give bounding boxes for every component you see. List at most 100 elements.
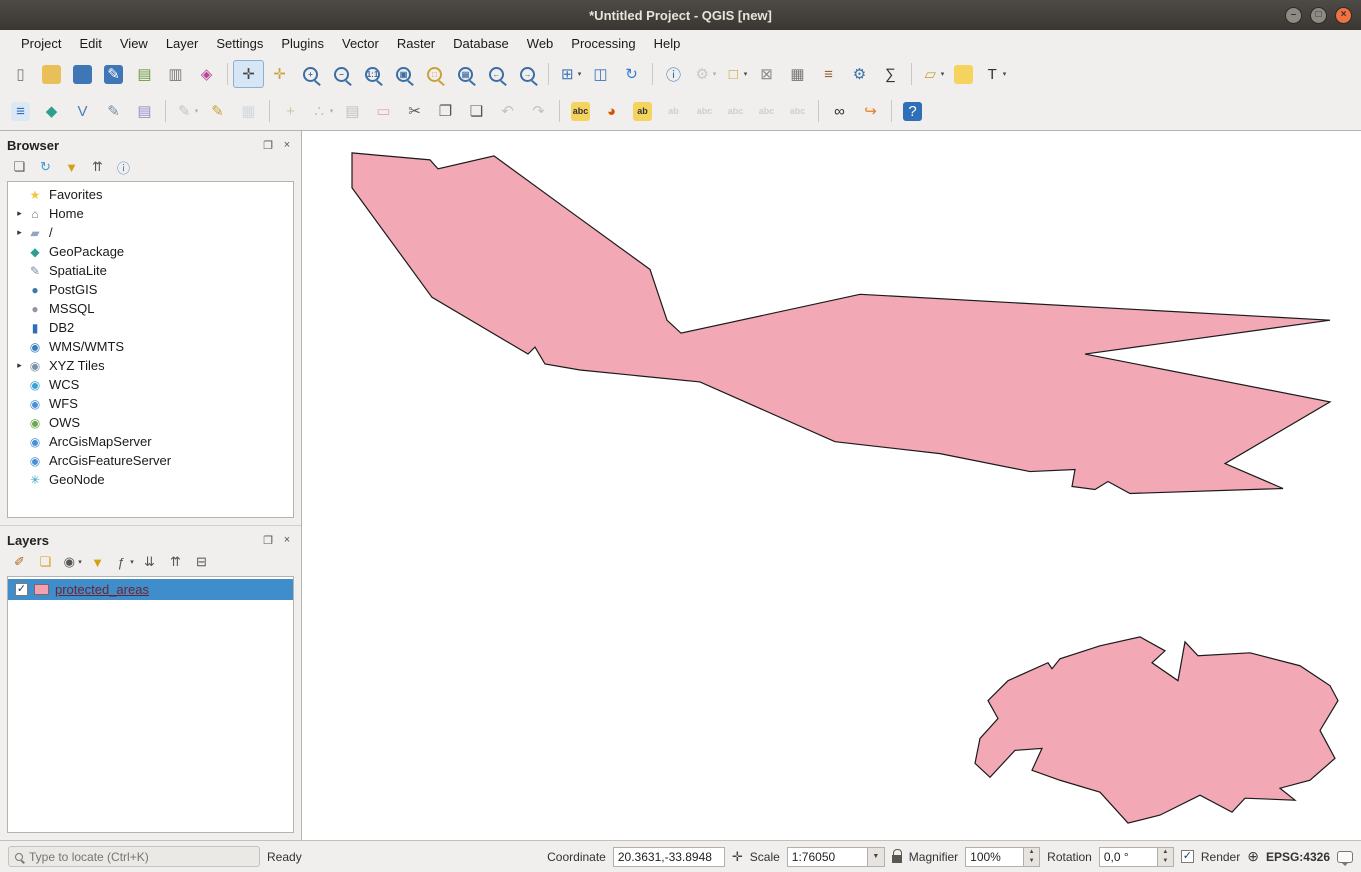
expand-arrow-icon[interactable]: ▸ [13,360,26,371]
browser-item-db2[interactable]: ▮ DB2 [8,318,293,337]
browser-item-mssql[interactable]: ● MSSQL [8,299,293,318]
browser-properties-icon[interactable]: ⓘ [111,156,136,178]
filter-legend-icon[interactable]: ▼ [85,551,110,573]
new-print-layout-icon[interactable]: ▤ [129,60,160,88]
titlebar[interactable]: *Untitled Project - QGIS [new] –□× [0,0,1361,30]
map-tips-icon[interactable] [948,60,979,88]
current-edits-icon[interactable]: ✎▾ [171,97,202,125]
paste-features-icon[interactable]: ❏ [461,97,492,125]
maximize-button[interactable]: □ [1310,7,1327,24]
browser-item-wfs[interactable]: ◉ WFS [8,394,293,413]
scale-input[interactable] [787,847,867,867]
map-canvas[interactable] [302,131,1361,840]
dropdown-arrow-icon[interactable]: ▾ [330,107,334,115]
modify-attributes-icon[interactable]: ▤ [337,97,368,125]
new-project-icon[interactable]: ▯ [5,60,36,88]
menu-vector[interactable]: Vector [333,32,388,55]
text-annotation-icon[interactable]: T▾ [979,60,1010,88]
zoom-last-icon[interactable]: ← [481,60,512,88]
float-panel-icon[interactable]: ❐ [261,534,275,547]
browser-item-wcs[interactable]: ◉ WCS [8,375,293,394]
new-shapefile-layer-icon[interactable]: V [67,97,98,125]
metasearch-icon[interactable]: ∞ [824,97,855,125]
run-feature-action-icon[interactable]: ⚙▾ [689,60,720,88]
render-checkbox[interactable]: ✓ [1181,850,1194,863]
field-calculator-icon[interactable]: ≡ [813,60,844,88]
dropdown-arrow-icon[interactable]: ▾ [744,70,748,78]
zoom-to-layer-icon[interactable]: ▤ [450,60,481,88]
coordinate-input[interactable] [613,847,725,867]
new-geopackage-layer-icon[interactable]: ◆ [36,97,67,125]
browser-item-geonode[interactable]: ✳ GeoNode [8,470,293,489]
menu-layer[interactable]: Layer [157,32,208,55]
pan-map-icon[interactable]: ✛ [233,60,264,88]
dropdown-arrow-icon[interactable]: ▾ [713,70,717,78]
locate-input[interactable] [29,850,253,864]
menu-web[interactable]: Web [518,32,563,55]
menu-help[interactable]: Help [645,32,690,55]
magnifier-down-arrow[interactable]: ▼ [1024,857,1039,866]
filter-by-expression-icon[interactable]: ƒ▾ [111,551,136,573]
new-3d-map-view-icon[interactable]: ◫ [585,60,616,88]
vertex-tool-icon[interactable]: ∴▾ [306,97,337,125]
toggle-editing-icon[interactable]: ✎ [202,97,233,125]
pan-to-selection-icon[interactable]: ✛ [264,60,295,88]
identify-features-icon[interactable]: ⓘ [658,60,689,88]
change-label-icon[interactable]: abc [782,97,813,125]
crs-globe-icon[interactable]: ⊕ [1247,848,1259,865]
zoom-full-icon[interactable]: ▣ [388,60,419,88]
layer-item-protected-areas[interactable]: ✓ protected_areas [8,579,293,600]
zoom-native-icon[interactable]: 1:1 [357,60,388,88]
close-panel-icon[interactable]: × [280,139,294,152]
magnifier-input[interactable] [965,847,1023,867]
browser-item-root[interactable]: ▸ ▰ / [8,223,293,242]
open-layer-styling-icon[interactable]: ✐ [7,551,32,573]
messages-icon[interactable] [1337,851,1353,863]
browser-item-arcgisfeatureserver[interactable]: ◉ ArcGisFeatureServer [8,451,293,470]
menu-edit[interactable]: Edit [70,32,110,55]
statistical-summary-icon[interactable]: ∑ [875,60,906,88]
collapse-all-layers-icon[interactable]: ⇈ [163,551,188,573]
magnifier-up-arrow[interactable]: ▲ [1024,848,1039,857]
collapse-all-icon[interactable]: ⇈ [85,156,110,178]
redo-icon[interactable]: ↷ [523,97,554,125]
expand-all-icon[interactable]: ⇊ [137,551,162,573]
refresh-map-icon[interactable]: ↻ [616,60,647,88]
minimize-button[interactable]: – [1285,7,1302,24]
expand-arrow-icon[interactable]: ▸ [13,227,26,238]
undo-icon[interactable]: ↶ [492,97,523,125]
show-layout-manager-icon[interactable]: ▥ [160,60,191,88]
manage-map-themes-icon[interactable]: ◉▾ [59,551,84,573]
layer-visibility-checkbox[interactable]: ✓ [15,583,28,596]
save-project-icon[interactable] [67,60,98,88]
scale-dropdown-arrow[interactable]: ▼ [867,847,885,867]
dropdown-arrow-icon[interactable]: ▾ [578,70,582,78]
browser-item-arcgismapserver[interactable]: ◉ ArcGisMapServer [8,432,293,451]
protected-area-polygon-large[interactable] [352,153,1330,494]
refresh-browser-icon[interactable]: ↻ [33,156,58,178]
menu-database[interactable]: Database [444,32,518,55]
remove-layer-icon[interactable]: ⊟ [189,551,214,573]
add-group-icon[interactable]: ❏ [33,551,58,573]
delete-selected-icon[interactable]: ▭ [368,97,399,125]
open-data-source-manager-icon[interactable]: ≡ [5,97,36,125]
filter-browser-icon[interactable]: ▼ [59,156,84,178]
close-button[interactable]: × [1335,7,1352,24]
zoom-next-icon[interactable]: → [512,60,543,88]
pin-labels-icon[interactable]: ab [658,97,689,125]
browser-item-favorites[interactable]: ★ Favorites [8,185,293,204]
close-panel-icon[interactable]: × [280,534,294,547]
new-spatialite-layer-icon[interactable]: ✎ [98,97,129,125]
rotation-input[interactable] [1099,847,1157,867]
zoom-to-selection-icon[interactable]: □ [419,60,450,88]
browser-item-wms-wmts[interactable]: ◉ WMS/WMTS [8,337,293,356]
select-features-icon[interactable]: □▾ [720,60,751,88]
menu-plugins[interactable]: Plugins [272,32,333,55]
move-label-icon[interactable]: abc [720,97,751,125]
float-panel-icon[interactable]: ❐ [261,139,275,152]
zoom-in-icon[interactable]: + [295,60,326,88]
epsg-status[interactable]: EPSG:4326 [1266,850,1330,864]
open-attribute-table-icon[interactable]: ▦ [782,60,813,88]
rotation-down-arrow[interactable]: ▼ [1158,857,1173,866]
open-project-icon[interactable] [36,60,67,88]
